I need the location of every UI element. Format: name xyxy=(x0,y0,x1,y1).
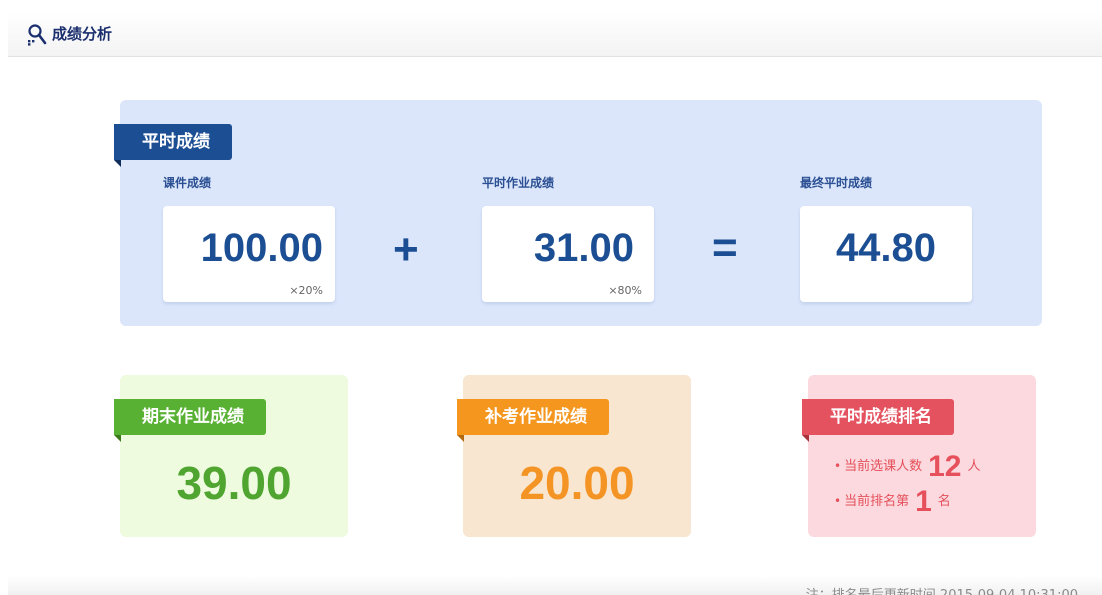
final-homework-score-value: 39.00 xyxy=(176,457,292,509)
final-regular-score-label: 最终平时成绩 xyxy=(800,176,873,190)
ribbon-fold xyxy=(802,435,809,442)
regular-score-ribbon: 平时成绩 xyxy=(114,124,232,167)
plus-sign: + xyxy=(393,225,419,274)
homework-weight: ×80% xyxy=(608,284,642,297)
courseware-score-label: 课件成绩 xyxy=(163,176,212,190)
score-analysis-page: 成绩分析 平时成绩 课件成绩 平时作业成绩 最终平时成绩 100.00 ×20%… xyxy=(0,0,1102,595)
page-title: 成绩分析 xyxy=(52,25,113,43)
ranking-update-note: 注：排名最后更新时间 2015-09-04 10:31:00 xyxy=(806,584,1078,595)
bullet: • xyxy=(834,494,842,508)
courseware-score-value: 100.00 xyxy=(200,226,323,270)
makeup-homework-ribbon: 补考作业成绩 xyxy=(457,399,609,442)
current-rank-value: 1 xyxy=(915,485,932,518)
homework-score-value: 31.00 xyxy=(533,226,634,270)
makeup-homework-score-value: 20.00 xyxy=(519,457,635,509)
ranking-ribbon: 平时成绩排名 xyxy=(802,399,954,442)
final-homework-ribbon: 期末作业成绩 xyxy=(114,399,266,442)
makeup-homework-ribbon-label: 补考作业成绩 xyxy=(485,407,587,427)
ribbon-fold xyxy=(114,160,121,167)
courseware-weight: ×20% xyxy=(289,284,323,297)
enrolled-count-value: 12 xyxy=(928,450,962,483)
homework-score-label: 平时作业成绩 xyxy=(482,176,555,190)
enrolled-count-unit: 人 xyxy=(967,459,981,474)
current-rank-line: • 当前排名第 1 名 xyxy=(834,485,951,519)
ranking-ribbon-label: 平时成绩排名 xyxy=(830,407,932,427)
final-regular-score-value: 44.80 xyxy=(835,226,937,270)
final-homework-ribbon-label: 期末作业成绩 xyxy=(142,407,244,427)
regular-score-ribbon-label: 平时成绩 xyxy=(142,132,210,152)
bullet: • xyxy=(834,459,842,473)
search-person-icon xyxy=(26,24,48,46)
current-rank-unit: 名 xyxy=(937,494,951,509)
equals-sign: = xyxy=(712,223,738,272)
current-rank-prefix: 当前排名第 xyxy=(844,494,910,509)
ribbon-fold xyxy=(457,435,464,442)
courseware-score-box: 100.00 ×20% xyxy=(163,206,335,302)
enrolled-count-line: • 当前选课人数 12 人 xyxy=(834,450,980,484)
ribbon-fold xyxy=(114,435,121,442)
page-header: 成绩分析 xyxy=(8,12,1102,57)
enrolled-count-prefix: 当前选课人数 xyxy=(844,459,923,474)
homework-score-box: 31.00 ×80% xyxy=(482,206,654,302)
final-regular-score-box: 44.80 xyxy=(800,206,972,302)
